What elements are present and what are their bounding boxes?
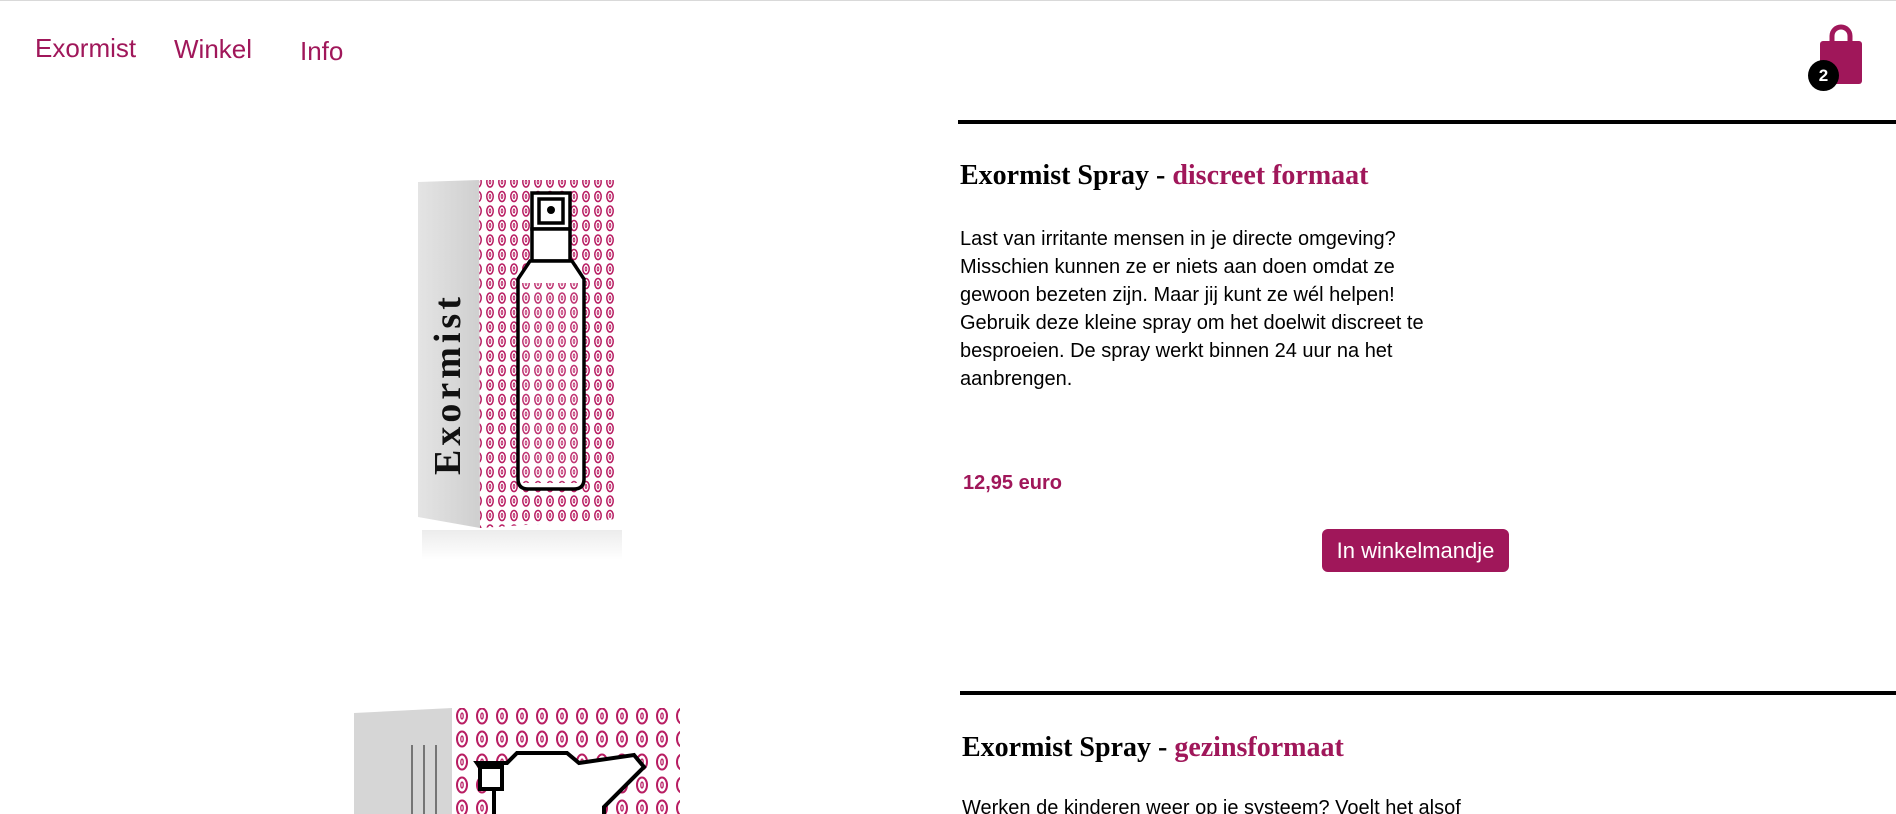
nav-link-winkel[interactable]: Winkel xyxy=(174,34,252,65)
product-title-main: Exormist Spray - xyxy=(960,160,1173,191)
cart-count-badge: 2 xyxy=(1808,60,1839,91)
section-divider xyxy=(958,120,1896,124)
product-title-accent: gezinsformaat xyxy=(1174,732,1344,763)
product-description: Last van irritante mensen in je directe … xyxy=(960,228,1424,390)
product-title-main: Exormist Spray - xyxy=(962,732,1175,763)
product-image-discreet-spray[interactable]: Exormist xyxy=(412,175,632,570)
product-title-family: Exormist Spray - gezinsformaat xyxy=(962,732,1344,764)
product-description: Werken de kinderen weer op je systeem? V… xyxy=(962,797,1461,814)
product-image-family-spray[interactable] xyxy=(352,705,682,814)
product-price: 12,95 euro xyxy=(963,472,1062,494)
add-to-cart-button[interactable]: In winkelmandje xyxy=(1322,529,1509,572)
top-border xyxy=(0,0,1896,1)
cart-button[interactable]: 2 xyxy=(1808,22,1866,92)
nav-link-exormist[interactable]: Exormist xyxy=(35,33,136,64)
box-brand-text: Exormist xyxy=(427,293,469,475)
nav-link-info[interactable]: Info xyxy=(300,36,343,67)
product-title-discreet: Exormist Spray - discreet formaat xyxy=(960,160,1369,192)
section-divider xyxy=(960,691,1896,695)
product-title-accent: discreet formaat xyxy=(1172,160,1369,191)
